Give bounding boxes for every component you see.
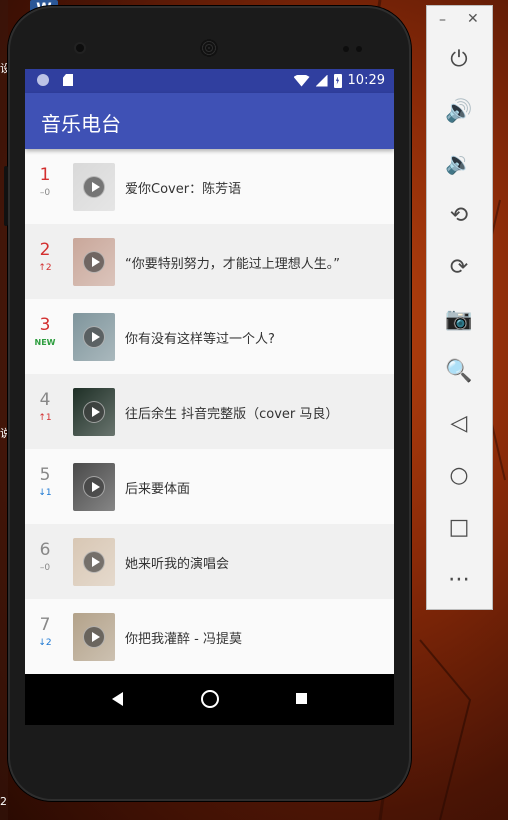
play-icon[interactable] [83, 251, 105, 273]
song-rank: 7 [39, 615, 51, 635]
rank-change: NEW [34, 338, 56, 347]
status-time: 10:29 [347, 73, 385, 88]
song-title: 她来听我的演唱会 [125, 557, 230, 572]
play-icon[interactable] [83, 401, 105, 423]
desktop-edge-text: 2 [0, 795, 7, 808]
song-thumbnail[interactable] [73, 463, 115, 511]
song-rank: 5 [39, 465, 51, 485]
play-icon[interactable] [83, 476, 105, 498]
song-thumbnail[interactable] [73, 313, 115, 361]
song-list-item[interactable]: 7 ↓2 你把我灌醉 - 冯提莫 [25, 599, 394, 674]
song-rank: 2 [39, 240, 51, 260]
rank-change: ↓1 [38, 488, 52, 498]
home-icon[interactable]: ○ [444, 460, 474, 490]
phone-screen: 10:29 音乐电台 1 –0 爱你Cover：陈芳语 2 ↑2 “你要特别努力，才能过上… [25, 69, 394, 725]
rotate-right-icon[interactable]: ⟳ [444, 252, 474, 282]
signal-icon [315, 74, 328, 87]
play-icon[interactable] [83, 326, 105, 348]
camera-icon[interactable]: 📷 [444, 304, 474, 334]
song-rank: 6 [39, 540, 51, 560]
song-list-item[interactable]: 5 ↓1 后来要体面 [25, 449, 394, 524]
song-list[interactable]: 1 –0 爱你Cover：陈芳语 2 ↑2 “你要特别努力，才能过上理想人生。” 3 NEW 你… [25, 149, 394, 674]
back-icon[interactable]: ◁ [444, 408, 474, 438]
front-camera-icon [76, 44, 84, 52]
wifi-icon [293, 74, 310, 87]
song-title: 爱你Cover：陈芳语 [125, 182, 242, 197]
song-thumbnail[interactable] [73, 238, 115, 286]
rank-change: ↑1 [38, 413, 52, 423]
sensor-dot [356, 46, 362, 52]
song-list-item[interactable]: 3 NEW 你有没有这样等过一个人? [25, 299, 394, 374]
notification-dot-icon [37, 74, 49, 86]
song-thumbnail[interactable] [73, 538, 115, 586]
phone-frame: 10:29 音乐电台 1 –0 爱你Cover：陈芳语 2 ↑2 “你要特别努力，才能过上… [4, 6, 411, 801]
song-rank: 4 [39, 390, 51, 410]
rank-change: –0 [39, 563, 51, 573]
app-bar: 音乐电台 [25, 93, 394, 149]
sd-card-icon [63, 74, 73, 86]
volume-down-icon[interactable]: 🔉 [444, 148, 474, 178]
song-title: 你有没有这样等过一个人? [125, 332, 275, 347]
play-icon[interactable] [83, 551, 105, 573]
minimize-button[interactable]: – [439, 12, 446, 28]
song-rank: 1 [39, 165, 51, 185]
play-icon[interactable] [83, 626, 105, 648]
rank-change: ↓2 [38, 638, 52, 648]
desktop-left-strip [0, 0, 8, 820]
song-list-item[interactable]: 1 –0 爱你Cover：陈芳语 [25, 149, 394, 224]
song-thumbnail[interactable] [73, 163, 115, 211]
phone-side-button[interactable] [4, 166, 8, 226]
song-list-item[interactable]: 6 –0 她来听我的演唱会 [25, 524, 394, 599]
more-icon[interactable]: ⋯ [444, 564, 474, 594]
battery-icon [333, 73, 342, 88]
rotate-left-icon[interactable]: ⟲ [444, 200, 474, 230]
speaker-grille [200, 39, 218, 57]
rank-change: –0 [39, 188, 51, 198]
close-button[interactable]: ✕ [467, 11, 479, 27]
navigation-bar [25, 674, 394, 725]
song-title: 你把我灌醉 - 冯提莫 [125, 632, 242, 647]
song-list-item[interactable]: 2 ↑2 “你要特别努力，才能过上理想人生。” [25, 224, 394, 299]
song-rank: 3 [39, 315, 51, 335]
song-title: 往后余生 抖音完整版（cover 马良） [125, 407, 339, 422]
zoom-icon[interactable]: 🔍 [444, 356, 474, 386]
rank-change: ↑2 [38, 263, 52, 273]
nav-home-icon[interactable] [201, 690, 219, 708]
overview-icon[interactable]: □ [444, 512, 474, 542]
song-thumbnail[interactable] [73, 613, 115, 661]
song-title: “你要特别努力，才能过上理想人生。” [125, 257, 340, 272]
nav-recents-icon[interactable] [296, 693, 307, 704]
play-icon[interactable] [83, 176, 105, 198]
volume-up-icon[interactable]: 🔊 [444, 96, 474, 126]
song-list-item[interactable]: 4 ↑1 往后余生 抖音完整版（cover 马良） [25, 374, 394, 449]
song-title: 后来要体面 [125, 482, 191, 497]
song-thumbnail[interactable] [73, 388, 115, 436]
status-bar: 10:29 [25, 69, 394, 93]
sensor-dot [343, 46, 349, 52]
emulator-toolbar: – ✕ ⏻ 🔊 🔉 ⟲ ⟳ 📷 🔍 ◁ ○ □ ⋯ [426, 5, 493, 610]
nav-back-icon[interactable] [112, 692, 123, 706]
app-title: 音乐电台 [41, 112, 121, 136]
power-icon[interactable]: ⏻ [444, 44, 474, 74]
